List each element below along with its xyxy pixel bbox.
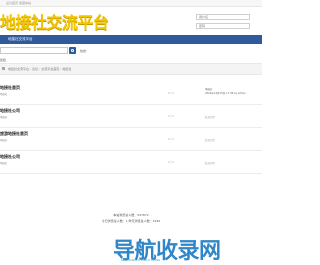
section-label: 论坛 [0,58,7,62]
login-form [196,14,250,32]
breadcrumb-text[interactable]: 地接社交流平台 › 论坛 › 交流平台首页 › 地接社 [8,67,71,71]
forum-desc: 地接社 [0,162,8,165]
forum-stats: 0 / 0 [168,161,174,164]
watermark-logo: 导航收录网 DAOHANG SHOULU WANG [113,233,221,265]
search-input[interactable] [0,47,68,54]
forum-name[interactable]: 地接社公司 [0,108,20,114]
site-logo[interactable]: 地接社交流平台 [0,9,109,35]
forum-row[interactable]: 地接社公司 地接社 0 / 0 暂无回复 [0,151,262,174]
forum-stats: 0 / 0 [168,138,174,141]
forum-name[interactable]: 地接社公司 [0,154,20,160]
breadcrumb: 地接社交流平台 › 论坛 › 交流平台首页 › 地接社 [0,63,262,75]
forum-row[interactable]: 地接社首页 地接社 0 / 0 地接社 2024年12月15日 17:36 by… [0,82,262,105]
forum-last-post-meta: 2024年12月15日 17:36 by admin [205,92,246,95]
forum-name[interactable]: 旅游地接社首页 [0,131,28,137]
watermark-subtext: DAOHANG SHOULU WANG [121,258,161,262]
forum-last-post-none: 暂无回复 [205,116,216,119]
hot-search-label: 热搜: [80,49,88,53]
site-stats: 本站浏览总人数：547672 今日浏览总人数：1 昨天浏览总人数：1930 [0,212,262,224]
nav-item-home[interactable]: 地接社交流平台 [8,37,33,42]
top-bar-links[interactable]: 设为首页 收藏本站 [6,1,31,5]
password-field[interactable] [196,23,250,29]
search-bar: 热搜: [0,46,262,56]
main-nav: 地接社交流平台 [0,35,262,44]
forum-row[interactable]: 地接社公司 地接社 0 / 0 暂无回复 [0,105,262,128]
top-bar: 设为首页 收藏本站 [0,0,262,7]
search-icon [70,48,74,52]
search-button[interactable] [69,47,76,54]
daily-visitors: 今日浏览总人数：1 昨天浏览总人数：1930 [101,219,161,223]
home-icon[interactable] [2,67,5,70]
forum-desc: 地接社 [0,116,8,119]
forum-last-post-none: 暂无回复 [205,139,216,142]
forum-row[interactable]: 旅游地接社首页 地接社 0 / 0 暂无回复 [0,128,262,151]
forum-stats: 0 / 0 [168,115,174,118]
forum-desc: 地接社 [0,93,8,96]
username-field[interactable] [196,14,250,20]
forum-name[interactable]: 地接社首页 [0,85,20,91]
forum-last-post-none: 暂无回复 [205,162,216,165]
forum-list: 地接社首页 地接社 0 / 0 地接社 2024年12月15日 17:36 by… [0,82,262,174]
forum-desc: 地接社 [0,139,8,142]
site-title: 地接社交流平台 [0,13,109,32]
forum-stats: 0 / 0 [168,92,174,95]
